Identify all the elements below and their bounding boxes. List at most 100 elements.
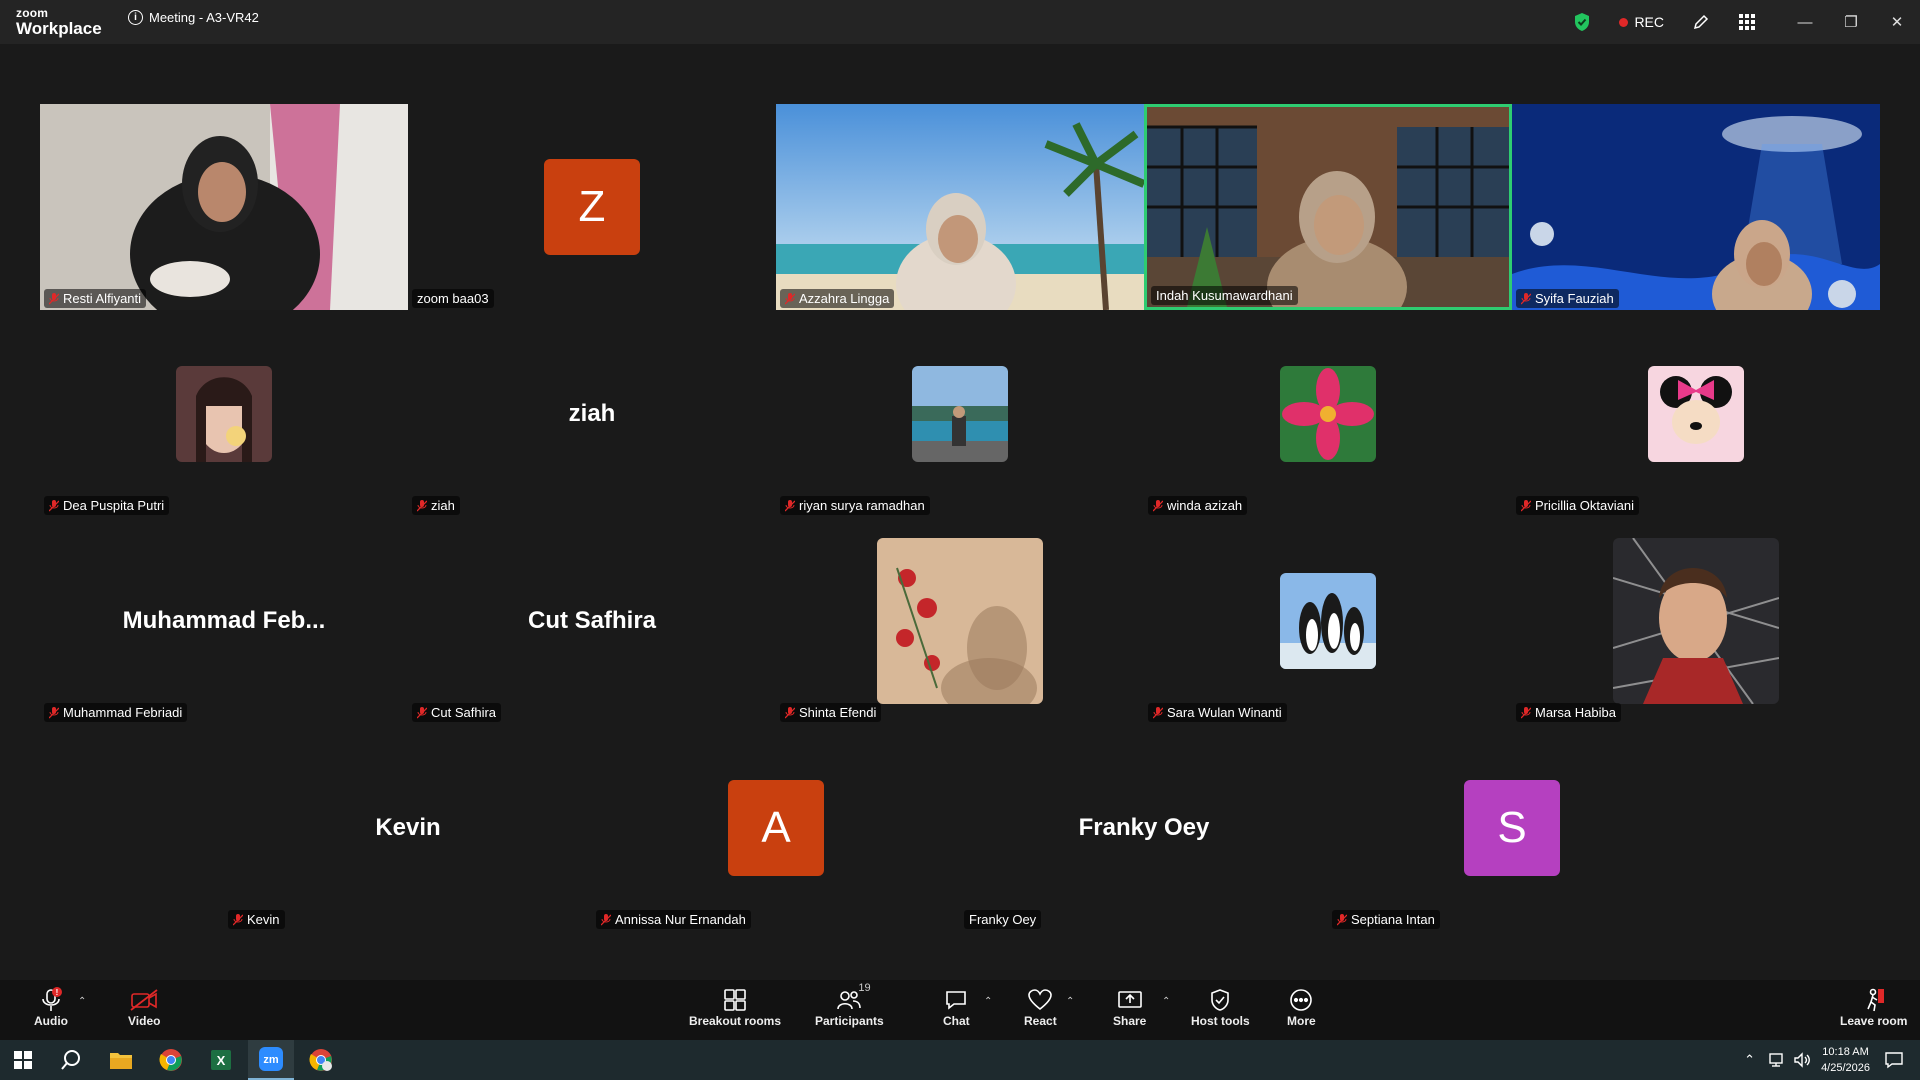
participant-tile[interactable]: A Annissa Nur Ernandah	[592, 725, 960, 931]
audio-options-chevron-icon[interactable]: ⌃	[78, 996, 86, 1007]
chat-options-chevron-icon[interactable]: ⌃	[984, 996, 992, 1007]
apps-grid-icon[interactable]	[1736, 11, 1758, 33]
participant-name-tag: Marsa Habiba	[1516, 703, 1621, 722]
audio-button[interactable]: ! Audio	[34, 986, 68, 1028]
minimize-icon[interactable]: —	[1782, 0, 1828, 44]
share-options-chevron-icon[interactable]: ⌃	[1162, 996, 1170, 1007]
participant-name-tag: Syifa Fauziah	[1516, 289, 1619, 308]
participant-name-tag: Azzahra Lingga	[780, 289, 895, 308]
avatar-letter: A	[728, 780, 824, 876]
participant-tile[interactable]: Syifa Fauziah	[1512, 104, 1880, 310]
participants-button[interactable]: 19 Participants	[815, 982, 884, 1028]
network-icon[interactable]	[1767, 1052, 1785, 1068]
participant-tile-active-speaker[interactable]: Indah Kusumawardhani	[1144, 104, 1512, 310]
meeting-info[interactable]: i Meeting - A3-VR42	[128, 10, 259, 25]
svg-text:!: !	[56, 988, 59, 997]
recording-indicator[interactable]: REC	[1619, 14, 1664, 30]
muted-mic-icon	[1336, 913, 1348, 926]
participant-name-tag: Kevin	[228, 910, 285, 929]
share-button[interactable]: Share	[1113, 986, 1146, 1028]
breakout-rooms-button[interactable]: Breakout rooms	[689, 986, 781, 1028]
chat-button[interactable]: Chat	[943, 986, 970, 1028]
more-button[interactable]: More	[1287, 986, 1316, 1028]
participant-display-name: Franky Oey	[1078, 814, 1210, 841]
leave-room-button[interactable]: Leave room	[1840, 986, 1907, 1028]
participant-name: Muhammad Febriadi	[63, 705, 183, 720]
participant-tile[interactable]: riyan surya ramadhan	[776, 311, 1144, 517]
muted-mic-icon	[48, 292, 60, 305]
participant-tile[interactable]: Shinta Efendi	[776, 518, 1144, 724]
participant-name: Dea Puspita Putri	[63, 498, 165, 513]
meeting-toolbar: ! Audio ⌃ Video Breakout rooms 19 Partic…	[0, 980, 1920, 1040]
participant-name: winda azizah	[1167, 498, 1243, 513]
participant-name-tag: Muhammad Febriadi	[44, 703, 188, 722]
react-options-chevron-icon[interactable]: ⌃	[1066, 996, 1074, 1007]
zoom-logo: zoom Workplace	[16, 7, 102, 37]
participant-name-tag: Franky Oey	[964, 910, 1042, 929]
participant-tile[interactable]: Kevin Kevin	[224, 725, 592, 931]
annotate-pen-icon[interactable]	[1690, 11, 1712, 33]
video-button[interactable]: Video	[128, 986, 160, 1028]
video-label: Video	[128, 1014, 161, 1028]
share-screen-icon	[1117, 986, 1143, 1014]
participant-tile[interactable]: Marsa Habiba	[1512, 518, 1880, 724]
clock-time: 10:18 AM	[1822, 1046, 1869, 1058]
participant-tile[interactable]: S Septiana Intan	[1328, 725, 1696, 931]
notifications-icon[interactable]	[1884, 1051, 1904, 1069]
participant-tile[interactable]: Resti Alfiyanti	[40, 104, 408, 310]
participant-name: Septiana Intan	[1351, 912, 1435, 927]
participant-tile[interactable]: Cut Safhira Cut Safhira	[408, 518, 776, 724]
participant-name: Franky Oey	[969, 912, 1037, 927]
file-explorer-icon[interactable]	[98, 1040, 144, 1080]
muted-mic-icon	[416, 499, 428, 512]
chrome-profile-icon[interactable]	[298, 1040, 344, 1080]
participant-tile[interactable]: Dea Puspita Putri	[40, 311, 408, 517]
avatar-letter: Z	[544, 159, 640, 255]
participant-name-tag: Annissa Nur Ernandah	[596, 910, 751, 929]
windows-start-icon[interactable]	[0, 1040, 46, 1080]
participant-tile[interactable]: Franky Oey Franky Oey	[960, 725, 1328, 931]
system-clock[interactable]: 10:18 AM 4/25/2026	[1821, 1044, 1870, 1076]
record-dot-icon	[1619, 17, 1629, 27]
participant-name: Resti Alfiyanti	[63, 291, 142, 306]
muted-mic-icon	[600, 913, 612, 926]
avatar-letter: S	[1464, 780, 1560, 876]
muted-mic-icon	[232, 913, 244, 926]
participant-tile[interactable]: ziah ziah	[408, 311, 776, 517]
participant-tile[interactable]: Muhammad Feb... Muhammad Febriadi	[40, 518, 408, 724]
react-button[interactable]: React	[1024, 986, 1057, 1028]
participant-tile[interactable]: Azzahra Lingga	[776, 104, 1144, 310]
search-icon[interactable]	[48, 1040, 94, 1080]
system-tray: ⌃ 10:18 AM 4/25/2026	[1744, 1040, 1920, 1080]
participant-name: Cut Safhira	[431, 705, 497, 720]
muted-mic-icon	[1152, 499, 1164, 512]
excel-icon[interactable]: X	[198, 1040, 244, 1080]
participant-tile[interactable]: Sara Wulan Winanti	[1144, 518, 1512, 724]
meeting-title: Meeting - A3-VR42	[149, 10, 259, 25]
participant-tile[interactable]: Pricillia Oktaviani	[1512, 311, 1880, 517]
security-shield-icon[interactable]	[1573, 12, 1591, 32]
participant-display-name: Muhammad Feb...	[122, 607, 326, 634]
volume-icon[interactable]	[1793, 1052, 1811, 1068]
participant-display-name: ziah	[568, 400, 616, 427]
profile-picture	[1280, 366, 1376, 462]
host-tools-button[interactable]: Host tools	[1191, 986, 1250, 1028]
chrome-icon[interactable]	[148, 1040, 194, 1080]
restore-icon[interactable]: ❐	[1828, 0, 1874, 44]
participant-name-tag: riyan surya ramadhan	[780, 496, 930, 515]
participant-name: Azzahra Lingga	[799, 291, 890, 306]
close-icon[interactable]: ✕	[1874, 0, 1920, 44]
participant-name: Indah Kusumawardhani	[1156, 288, 1293, 303]
participant-name-tag: zoom baa03	[412, 289, 494, 308]
windows-taskbar: X zm ⌃ 10:18 AM 4/25/2026	[0, 1040, 1920, 1080]
info-icon[interactable]: i	[128, 10, 143, 25]
muted-mic-icon	[1520, 292, 1532, 305]
participant-display-name: Kevin	[375, 814, 441, 841]
clock-date: 4/25/2026	[1821, 1062, 1870, 1074]
participant-tile[interactable]: winda azizah	[1144, 311, 1512, 517]
zoom-taskbar-icon[interactable]: zm	[248, 1040, 294, 1080]
breakout-rooms-icon	[723, 986, 747, 1014]
profile-picture	[877, 538, 1043, 704]
participant-tile[interactable]: Z zoom baa03	[408, 104, 776, 310]
show-hidden-icons-chevron-icon[interactable]: ⌃	[1744, 1052, 1755, 1068]
